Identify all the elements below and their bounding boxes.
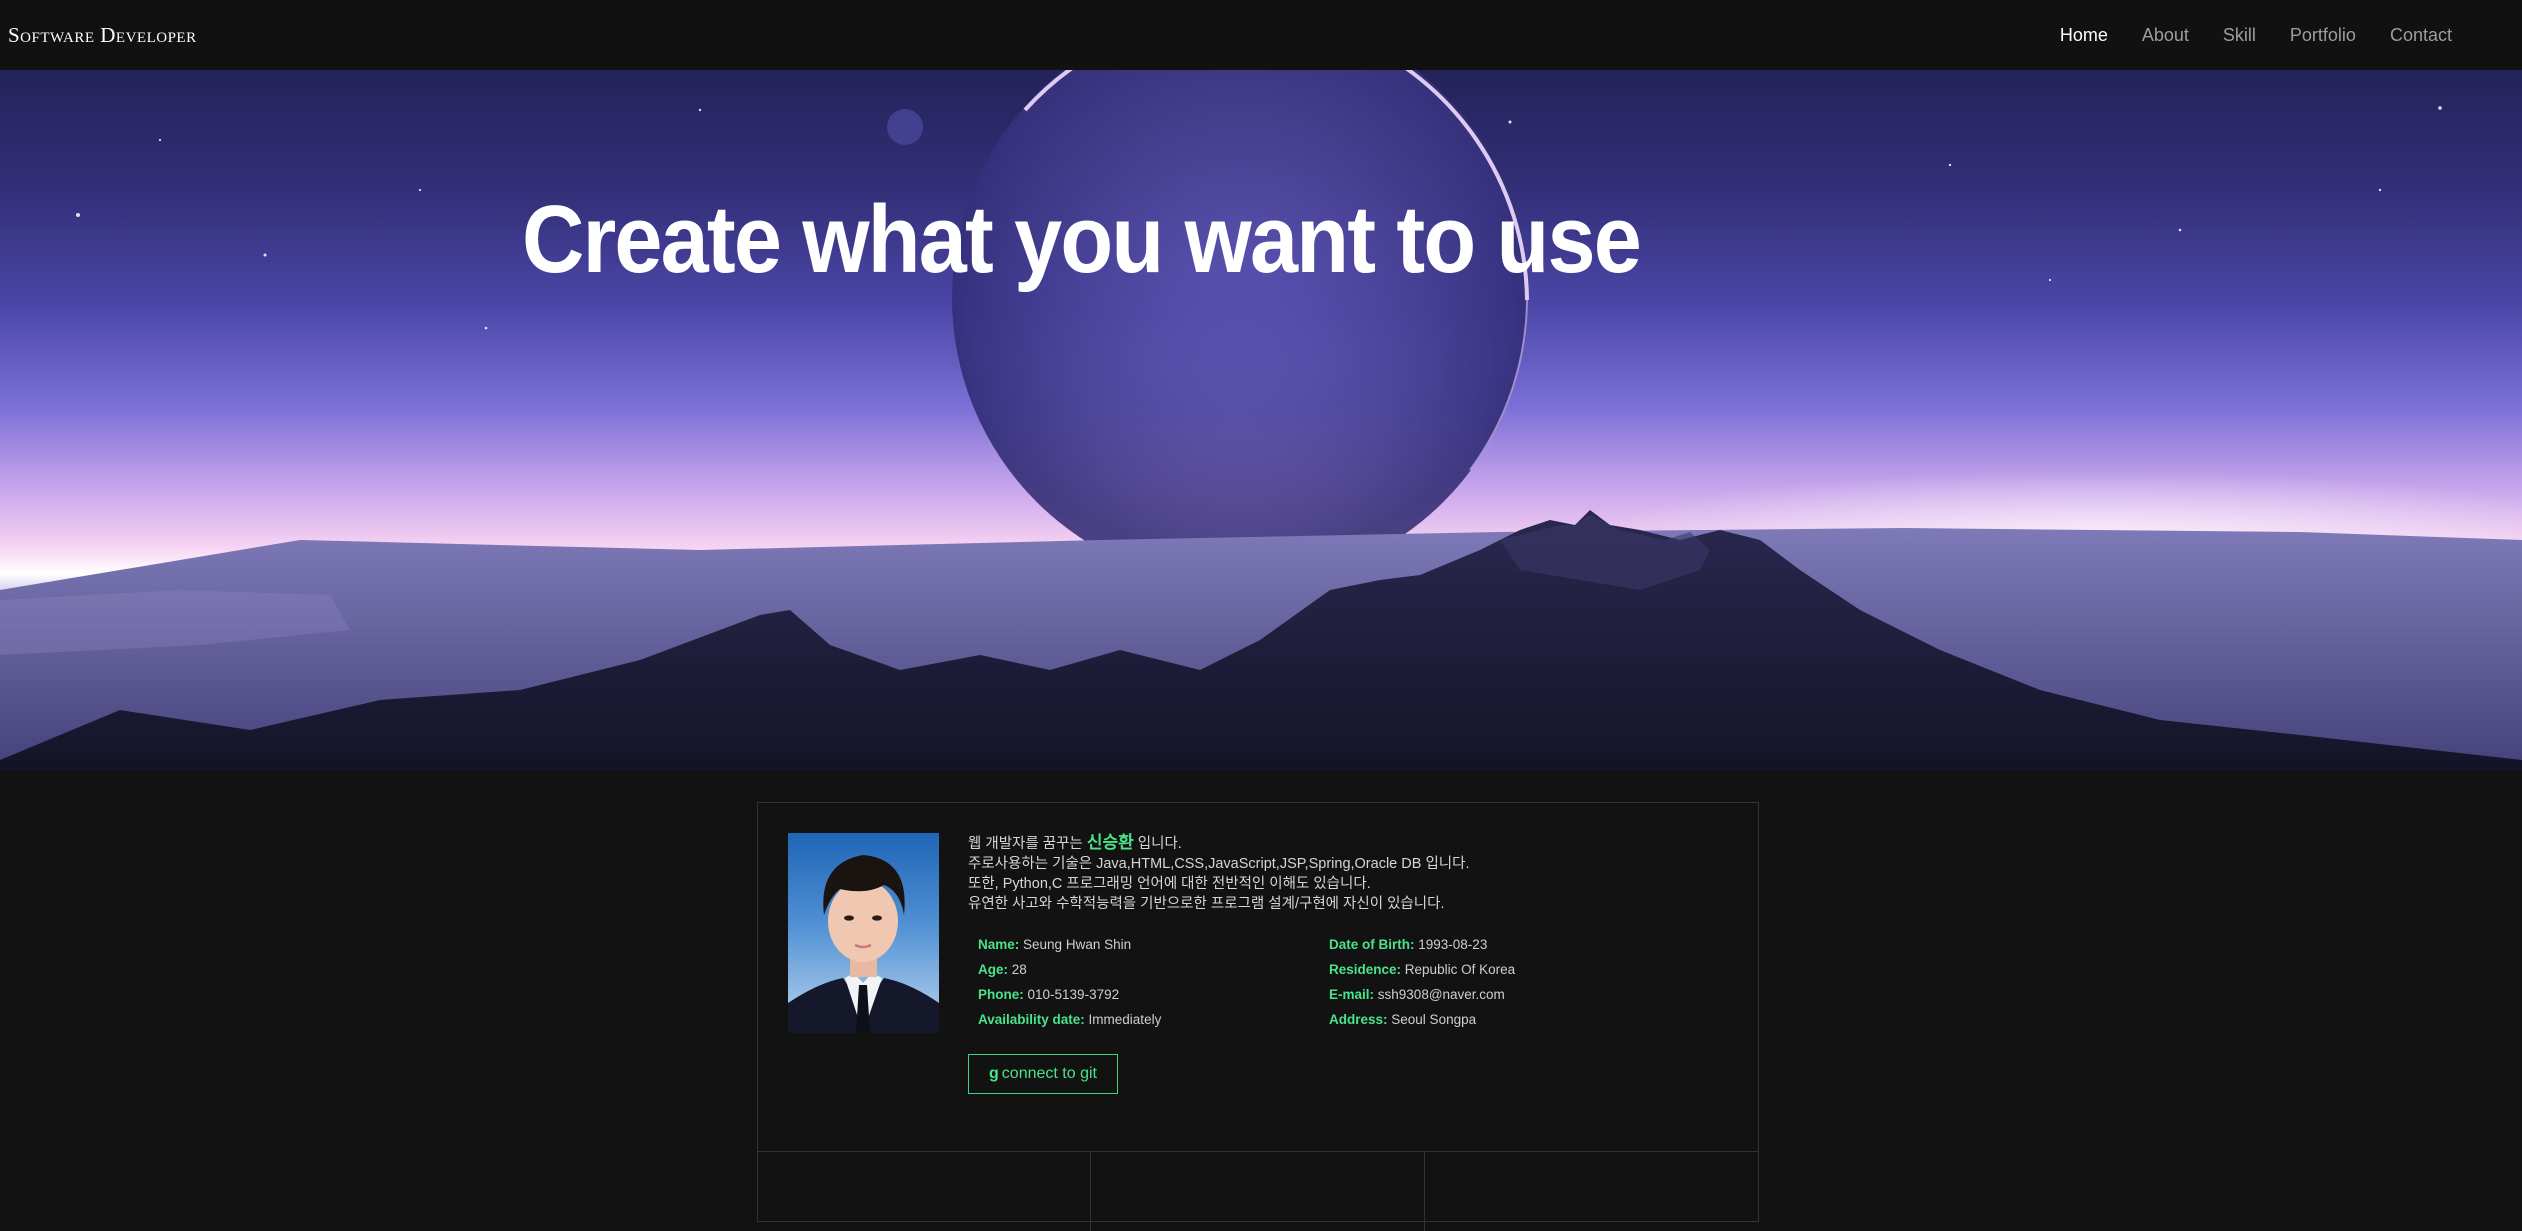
detail-name: Name: Seung Hwan Shin: [978, 936, 1329, 954]
intro-highlight-name: 신승환: [1086, 833, 1134, 852]
detail-label: Name:: [978, 937, 1020, 952]
hero-title: Create what you want to use: [522, 186, 1642, 293]
nav-contact-link[interactable]: Contact: [2390, 25, 2452, 46]
intro-line-1-pre: 웹 개발자를 꿈꾸는: [968, 836, 1083, 852]
hero-background-image: [0, 70, 2522, 770]
detail-label: E-mail:: [1329, 987, 1375, 1002]
brand-title[interactable]: Software Developer: [8, 23, 197, 48]
intro-text: 웹 개발자를 꿈꾸는 신승환 입니다. 주로사용하는 기술은 Java,HTML…: [968, 833, 1728, 914]
intro-line-1: 웹 개발자를 꿈꾸는 신승환 입니다.: [968, 833, 1728, 854]
detail-value: 1993-08-23: [1418, 937, 1488, 952]
intro-line-4: 유연한 사고와 수학적능력을 기반으로한 프로그램 설계/구현에 자신이 있습니…: [968, 896, 1445, 912]
git-icon: g: [989, 1065, 999, 1082]
detail-value: 010-5139-3792: [1027, 987, 1120, 1002]
detail-phone: Phone: 010-5139-3792: [978, 986, 1329, 1004]
detail-email: E-mail: ssh9308@naver.com: [1329, 986, 1680, 1004]
person-portrait-image: [788, 855, 939, 1033]
detail-label: Residence:: [1329, 962, 1402, 977]
detail-value: ssh9308@naver.com: [1377, 987, 1505, 1002]
profile-photo: [788, 833, 939, 1033]
detail-availability: Availability date: Immediately: [978, 1011, 1329, 1029]
card-cell: [1091, 1152, 1425, 1231]
detail-label: Phone:: [978, 987, 1024, 1002]
detail-label: Address:: [1329, 1012, 1388, 1027]
detail-value: Seoul Songpa: [1391, 1012, 1477, 1027]
profile-details: Name: Seung Hwan Shin Date of Birth: 199…: [978, 936, 1698, 1029]
hero-banner: Create what you want to use: [0, 70, 2522, 770]
nav-home-link[interactable]: Home: [2060, 25, 2108, 46]
intro-line-2: 주로사용하는 기술은 Java,HTML,CSS,JavaScript,JSP,…: [968, 856, 1470, 872]
detail-value: Seung Hwan Shin: [1023, 937, 1132, 952]
detail-birth: Date of Birth: 1993-08-23: [1329, 936, 1680, 954]
card-cell: [758, 1152, 1092, 1231]
nav-portfolio-link[interactable]: Portfolio: [2290, 25, 2356, 46]
navbar: Software Developer Home About Skill Port…: [0, 0, 2522, 70]
nav-about-link[interactable]: About: [2142, 25, 2189, 46]
detail-value: Republic Of Korea: [1404, 962, 1516, 977]
card-cell: [1425, 1152, 1758, 1231]
detail-residence: Residence: Republic Of Korea: [1329, 961, 1680, 979]
profile-card: 웹 개발자를 꿈꾸는 신승환 입니다. 주로사용하는 기술은 Java,HTML…: [757, 802, 1759, 1231]
detail-label: Date of Birth:: [1329, 937, 1415, 952]
connect-to-git-label: connect to git: [1001, 1065, 1097, 1082]
detail-age: Age: 28: [978, 961, 1329, 979]
intro-line-1-post: 입니다.: [1137, 836, 1182, 852]
detail-value: Immediately: [1088, 1012, 1162, 1027]
nav-links: Home About Skill Portfolio Contact: [2026, 25, 2452, 46]
detail-address: Address: Seoul Songpa: [1329, 1011, 1680, 1029]
detail-label: Age:: [978, 962, 1008, 977]
intro-line-3: 또한, Python,C 프로그래밍 언어에 대한 전반적인 이해도 있습니다.: [968, 876, 1371, 892]
card-bottom-row: [758, 1151, 1758, 1231]
detail-label: Availability date:: [978, 1012, 1085, 1027]
nav-skill-link[interactable]: Skill: [2223, 25, 2256, 46]
detail-value: 28: [1011, 962, 1027, 977]
connect-to-git-button[interactable]: g connect to git: [968, 1054, 1118, 1094]
